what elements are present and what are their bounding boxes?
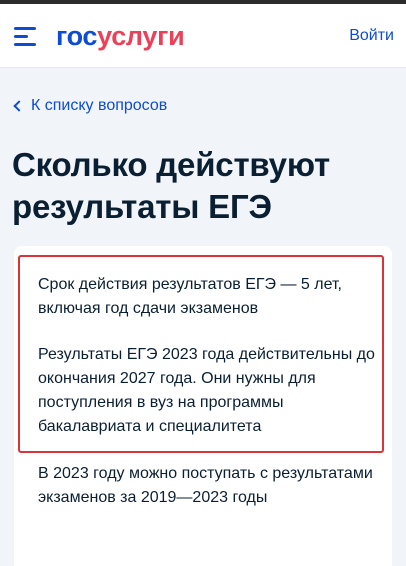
logo-part-uslugi: услуги	[97, 21, 185, 51]
page-title: Сколько действуют результаты ЕГЭ	[12, 146, 330, 225]
header: госуслуги Войти	[0, 4, 406, 68]
menu-icon[interactable]	[14, 27, 36, 47]
login-link[interactable]: Войти	[349, 26, 394, 46]
back-link-label: К списку вопросов	[31, 97, 168, 114]
answer-paragraph-1: Срок действия результатов ЕГЭ — 5 лет, в…	[38, 276, 342, 317]
chevron-left-icon	[13, 100, 25, 112]
logo[interactable]: госуслуги	[56, 18, 185, 54]
answer-paragraph-2: Результаты ЕГЭ 2023 года действительны д…	[38, 346, 375, 435]
back-to-questions-link[interactable]: К списку вопросов	[12, 96, 167, 116]
logo-part-gos: гос	[56, 21, 98, 51]
answer-paragraph-3: В 2023 году можно поступать с результата…	[38, 465, 373, 506]
